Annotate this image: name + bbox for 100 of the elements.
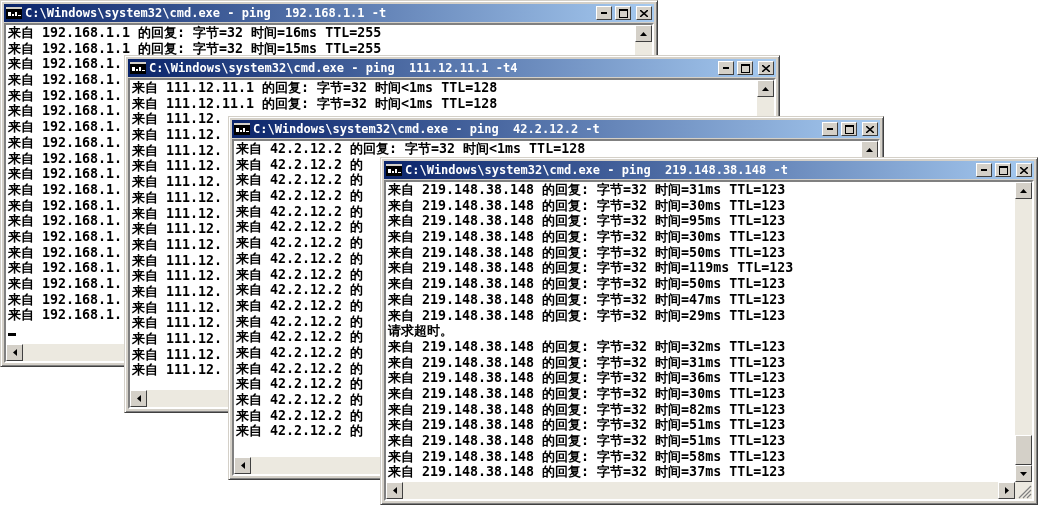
console-line: 来自 111.12.: [132, 252, 223, 269]
console-line: 来自 219.148.38.148 的回复: 字节=32 时间=95ms TTL=123: [388, 213, 786, 229]
up-arrow-icon: [1020, 188, 1027, 193]
scroll-up-button[interactable]: [635, 25, 652, 42]
console-app-icon: [130, 62, 146, 74]
console-line: 来自 192.168.1.1 的回复: 字节=32 时间=15ms TTL=255: [8, 40, 382, 57]
minimize-icon: [601, 12, 607, 14]
console-line: 来自 111.12.: [132, 299, 223, 316]
down-arrow-icon: [1020, 471, 1027, 476]
minimize-button[interactable]: [718, 61, 734, 75]
console-line: 来自 219.148.38.148 的回复: 字节=32 时间=47ms TTL=123: [388, 291, 786, 308]
console-line: 来自 111.12.: [132, 362, 223, 379]
console-line: 来自 111.12.: [132, 283, 223, 300]
minimize-icon: [723, 67, 729, 69]
console-line: 来自 42.2.12.2 的: [236, 266, 364, 283]
console-line: 来自 219.148.38.148 的回复: 字节=32 时间=37ms TTL=123: [388, 464, 786, 481]
console-line: 来自 219.148.38.148 的回复: 字节=32 时间=29ms TTL=123: [388, 307, 786, 324]
console-line: 来自 42.2.12.2 的: [236, 282, 364, 298]
console-line: 来自 192.168.1.: [8, 228, 123, 245]
scrollbar-thumb[interactable]: [1015, 435, 1032, 465]
console-line: 来自 219.148.38.148 的回复: 字节=32 时间=82ms TTL=123: [388, 401, 786, 417]
window-title: C:\Windows\system32\cmd.exe - ping 42.2.12.2 -t: [253, 122, 601, 136]
close-button[interactable]: [1016, 163, 1032, 177]
console-line: 来自 111.12.: [132, 111, 223, 128]
console-line: 来自 192.168.1.: [8, 213, 123, 229]
maximize-icon: [740, 63, 750, 73]
console-line: 来自 111.12.: [132, 268, 223, 284]
console-line: 来自 111.12.: [132, 331, 223, 347]
console-line: 来自 111.12.: [132, 346, 223, 363]
console-line: 来自 219.148.38.148 的回复: 字节=32 时间=36ms TTL=123: [388, 370, 786, 386]
close-button[interactable]: [758, 61, 774, 75]
console-line: 来自 42.2.12.2 的: [236, 313, 364, 330]
console-app-icon: [234, 123, 250, 135]
console-app-icon: [386, 164, 402, 176]
console-line: 来自 42.2.12.2 的: [236, 376, 364, 392]
console-line: 来自 42.2.12.2 的: [236, 329, 364, 345]
console-line: 来自 111.12.11.1 的回复: 字节=32 时间<1ms TTL=128: [132, 95, 498, 112]
maximize-button[interactable]: [995, 163, 1011, 177]
scroll-left-button[interactable]: [234, 457, 251, 474]
console-line: 来自 192.168.1.: [8, 276, 123, 292]
console-line: 来自 219.148.38.148 的回复: 字节=32 时间=30ms TTL=123: [388, 197, 786, 213]
console-line: 来自 219.148.38.148 的回复: 字节=32 时间=30ms TTL=123: [388, 229, 786, 245]
console-line: 来自 42.2.12.2 的: [236, 172, 364, 189]
left-arrow-icon: [136, 395, 141, 402]
scroll-down-button[interactable]: [1015, 465, 1032, 482]
console-line: 来自 42.2.12.2 的: [236, 297, 364, 314]
maximize-button[interactable]: [615, 6, 631, 20]
close-icon: [640, 9, 648, 17]
close-icon: [762, 64, 770, 72]
console-line: 来自 192.168.1.: [8, 56, 123, 73]
console-line: 来自 42.2.12.2 的: [236, 235, 364, 251]
console-line: 来自 219.148.38.148 的回复: 字节=32 时间=51ms TTL=123: [388, 433, 786, 449]
console-line: 来自 111.12.: [132, 189, 223, 206]
console-line: 来自 219.148.38.148 的回复: 字节=32 时间=50ms TTL=123: [388, 276, 786, 292]
console-line: 来自 42.2.12.2 的回复: 字节=32 时间<1ms TTL=128: [236, 141, 586, 157]
console-line: 来自 219.148.38.148 的回复: 字节=32 时间=50ms TTL=123: [388, 244, 786, 260]
console-line: 来自 192.168.1.: [8, 260, 123, 276]
scroll-left-button[interactable]: [130, 390, 147, 407]
right-arrow-icon: [1004, 487, 1009, 494]
close-button[interactable]: [862, 122, 878, 136]
window-title: C:\Windows\system32\cmd.exe - ping 219.148.38.148 -t: [405, 163, 789, 177]
close-icon: [1020, 166, 1028, 174]
console-line: 来自 192.168.1.: [8, 244, 123, 261]
scroll-up-button[interactable]: [757, 80, 774, 97]
maximize-button[interactable]: [737, 61, 753, 75]
scroll-right-button[interactable]: [998, 482, 1015, 499]
scroll-up-button[interactable]: [1015, 182, 1032, 199]
console-line: 来自 192.168.1.: [8, 181, 123, 198]
scroll-left-button[interactable]: [386, 482, 403, 499]
window-title: C:\Windows\system32\cmd.exe - ping 192.168.1.1 -t: [25, 6, 388, 20]
close-button[interactable]: [636, 6, 652, 20]
up-arrow-icon: [640, 31, 647, 36]
close-icon: [866, 125, 874, 133]
console-line: 来自 192.168.1.: [8, 166, 123, 182]
scroll-left-button[interactable]: [6, 344, 23, 361]
console-line: 来自 111.12.: [132, 127, 223, 143]
console-line: 来自 192.168.1.: [8, 307, 123, 324]
minimize-button[interactable]: [822, 122, 838, 136]
maximize-icon: [844, 124, 854, 134]
console-line: 请求超时。: [388, 323, 453, 339]
console-line: 来自 219.148.38.148 的回复: 字节=32 时间=31ms TTL=123: [388, 354, 786, 370]
console-line: 来自 192.168.1.: [8, 103, 123, 120]
minimize-icon: [981, 169, 987, 171]
console-line: 来自 192.168.1.: [8, 291, 123, 308]
minimize-button[interactable]: [596, 6, 612, 20]
maximize-icon: [998, 165, 1008, 175]
console-line: 来自 42.2.12.2 的: [236, 344, 364, 361]
console-line: 来自 111.12.: [132, 142, 223, 159]
console-line: 来自 42.2.12.2 的: [236, 392, 364, 408]
window-title: C:\Windows\system32\cmd.exe - ping 111.12.11.1 -t4: [149, 61, 519, 75]
console-line: 来自 42.2.12.2 的: [236, 219, 364, 236]
console-line: 来自 42.2.12.2 的: [236, 203, 364, 220]
console-line: 来自 192.168.1.: [8, 72, 123, 88]
console-line: 来自 111.12.: [132, 174, 223, 190]
console-line: 来自 219.148.38.148 的回复: 字节=32 时间=51ms TTL=123: [388, 417, 786, 433]
minimize-button[interactable]: [976, 163, 992, 177]
console-line: 来自 192.168.1.: [8, 87, 123, 104]
console-line: 来自 111.12.: [132, 158, 223, 175]
console-line: 来自 192.168.1.: [8, 150, 123, 167]
maximize-button[interactable]: [841, 122, 857, 136]
